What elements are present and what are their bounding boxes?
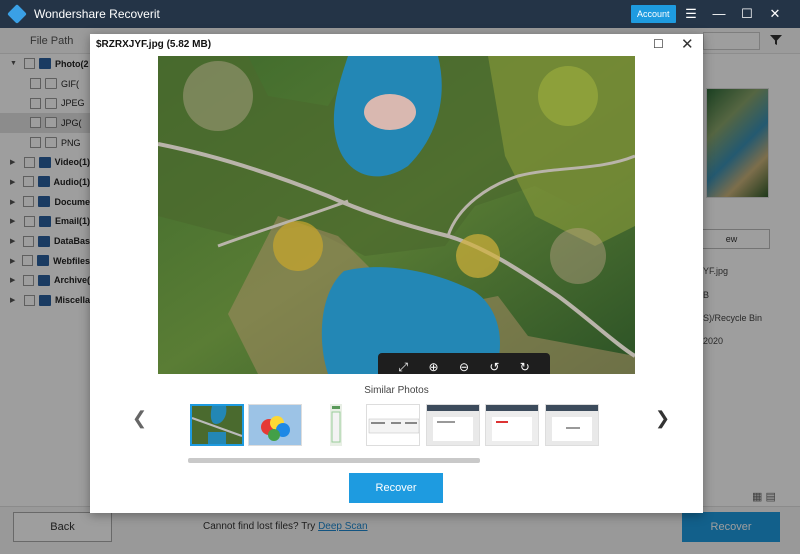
zoom-in-icon[interactable]: ⊕ xyxy=(425,360,443,374)
thumbnail-scrollbar[interactable] xyxy=(188,458,480,463)
similar-photo-thumb[interactable] xyxy=(190,404,244,446)
similar-photo-thumb[interactable] xyxy=(366,404,420,446)
next-arrow-icon[interactable]: ❯ xyxy=(655,408,670,429)
dialog-recover-button[interactable]: Recover xyxy=(349,473,443,503)
hamburger-icon[interactable]: ☰ xyxy=(680,4,702,24)
close-icon[interactable]: ✕ xyxy=(764,4,786,24)
fit-screen-icon[interactable]: ⤢ xyxy=(394,360,412,375)
similar-photo-thumb[interactable] xyxy=(426,404,480,446)
dialog-title: $RZRXJYF.jpg (5.82 MB) xyxy=(96,39,212,50)
account-button[interactable]: Account xyxy=(631,5,676,23)
zoom-out-icon[interactable]: ⊖ xyxy=(455,360,473,374)
similar-photo-thumb[interactable] xyxy=(545,404,599,446)
app-logo-icon xyxy=(7,4,27,24)
similar-photo-thumb[interactable] xyxy=(248,404,302,446)
aerial-photo xyxy=(158,56,635,374)
dialog-close-icon[interactable]: ✕ xyxy=(681,35,694,53)
similar-photo-thumb[interactable] xyxy=(330,404,342,446)
rotate-left-icon[interactable]: ↺ xyxy=(485,360,503,374)
previous-arrow-icon[interactable]: ❮ xyxy=(132,408,147,429)
similar-photos-label: Similar Photos xyxy=(364,385,429,396)
minimize-icon[interactable]: — xyxy=(708,4,730,24)
app-title: Wondershare Recoverit xyxy=(34,7,160,21)
preview-image: ⤢ ⊕ ⊖ ↺ ↻ xyxy=(158,56,635,374)
similar-photo-thumb[interactable] xyxy=(485,404,539,446)
title-bar: Wondershare Recoverit Account ☰ — ☐ ✕ xyxy=(0,0,800,28)
similar-photos-strip xyxy=(190,402,610,458)
dialog-maximize-icon[interactable]: ☐ xyxy=(653,37,664,51)
rotate-right-icon[interactable]: ↻ xyxy=(516,360,534,374)
zoom-toolbar: ⤢ ⊕ ⊖ ↺ ↻ xyxy=(378,353,550,374)
preview-dialog: $RZRXJYF.jpg (5.82 MB) ☐ ✕ ⤢ ⊕ ⊖ ↺ ↻ Sim… xyxy=(90,34,703,513)
maximize-icon[interactable]: ☐ xyxy=(736,4,758,24)
